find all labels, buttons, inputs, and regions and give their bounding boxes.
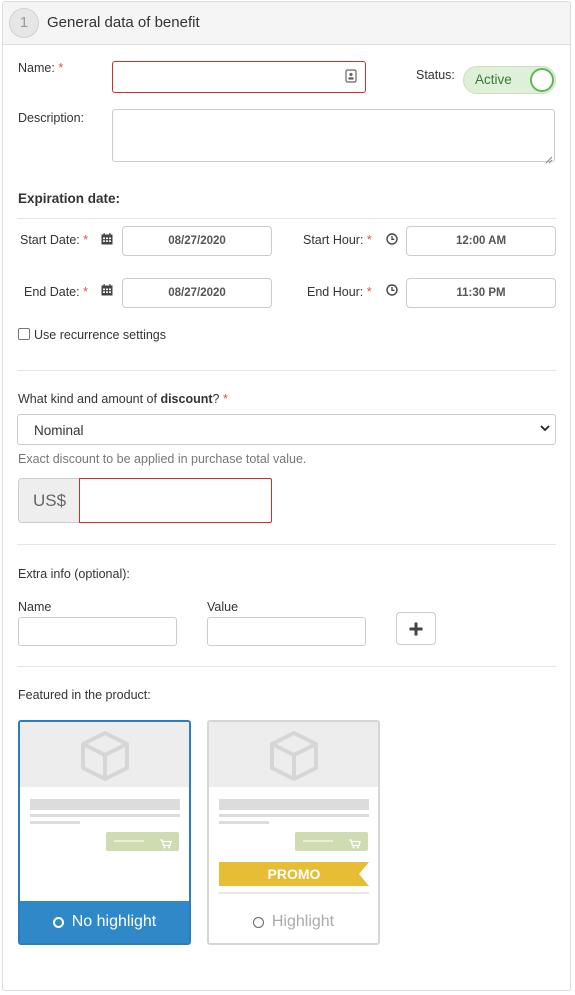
panel-header: 1 General data of benefit	[3, 2, 570, 45]
featured-heading: Featured in the product:	[18, 688, 151, 702]
discount-question-prefix: What kind and amount of	[18, 392, 161, 406]
status-toggle-text: Active	[475, 72, 512, 87]
recurrence-checkbox[interactable]	[18, 328, 30, 340]
placeholder-line	[219, 814, 369, 817]
clock-icon[interactable]	[386, 284, 398, 299]
start-hour-value: 12:00 AM	[455, 235, 507, 247]
product-image-placeholder	[20, 722, 189, 787]
cart-icon	[349, 837, 361, 852]
discount-type-select[interactable]: Nominal	[17, 414, 556, 445]
placeholder-line	[219, 821, 269, 824]
ribbon-notch-icon	[359, 862, 369, 886]
add-extra-info-button[interactable]	[396, 612, 436, 645]
divider	[17, 370, 556, 371]
panel-title: General data of benefit	[47, 14, 200, 31]
step-number: 1	[9, 8, 39, 38]
discount-question: What kind and amount of discount? *	[18, 392, 228, 406]
highlight-option-promo[interactable]: PROMO Highlight	[207, 720, 380, 945]
required-mark: *	[58, 61, 64, 75]
end-date-label: End Date: *	[24, 285, 88, 299]
cart-icon	[160, 837, 172, 852]
start-hour-input[interactable]: 12:00 AM	[406, 226, 556, 256]
chevron-down-icon	[539, 422, 551, 434]
cart-button-placeholder	[106, 832, 179, 851]
required-mark: *	[366, 233, 372, 247]
start-date-label: Start Date: *	[20, 233, 88, 247]
currency-addon: US$	[18, 478, 80, 523]
name-input[interactable]	[112, 61, 366, 93]
highlight-option-none[interactable]: No highlight	[18, 720, 191, 945]
divider	[17, 218, 556, 219]
recurrence-label: Use recurrence settings	[34, 328, 167, 342]
end-date-value: 08/27/2020	[168, 287, 226, 299]
resize-handle-icon[interactable]	[545, 152, 553, 167]
extra-info-heading: Extra info (optional):	[18, 567, 130, 581]
start-hour-label: Start Hour: *	[303, 233, 372, 247]
start-date-value: 08/27/2020	[168, 235, 226, 247]
discount-help: Exact discount to be applied in purchase…	[18, 452, 307, 466]
toggle-knob	[530, 68, 554, 92]
promo-label: PROMO	[267, 866, 321, 882]
highlight-label: Highlight	[271, 913, 335, 930]
divider	[17, 544, 556, 545]
expiration-heading: Expiration date:	[18, 191, 121, 206]
placeholder-line	[30, 821, 80, 824]
name-label-text: Name:	[18, 61, 55, 75]
product-image-placeholder	[209, 722, 378, 787]
start-date-label-text: Start Date:	[20, 233, 80, 247]
clock-icon[interactable]	[386, 233, 398, 248]
cube-icon	[267, 729, 321, 786]
divider	[17, 666, 556, 667]
highlight-option-footer: Highlight	[209, 901, 378, 943]
calendar-icon[interactable]	[101, 284, 113, 299]
placeholder-line	[219, 799, 369, 810]
highlight-option-footer: No highlight	[20, 901, 189, 943]
promo-ribbon: PROMO	[219, 862, 369, 886]
radio-unselected-icon	[252, 916, 264, 928]
required-mark: *	[83, 285, 88, 299]
cart-button-placeholder	[295, 832, 368, 851]
end-date-label-text: End Date:	[24, 285, 80, 299]
start-hour-label-text: Start Hour:	[303, 233, 364, 247]
required-mark: *	[222, 392, 228, 406]
cube-icon	[78, 729, 132, 786]
status-label: Status:	[416, 68, 455, 82]
end-hour-value: 11:30 PM	[456, 287, 506, 299]
discount-question-bold: discount	[160, 392, 213, 406]
no-highlight-label: No highlight	[71, 913, 157, 930]
discount-amount-input[interactable]	[79, 478, 272, 523]
discount-question-suffix: ?	[212, 392, 220, 406]
plus-icon	[409, 622, 423, 639]
contact-card-icon	[345, 69, 357, 86]
start-date-input[interactable]: 08/27/2020	[122, 226, 272, 256]
discount-type-value: Nominal	[34, 423, 84, 438]
description-label: Description:	[18, 111, 84, 125]
extra-name-label: Name	[18, 600, 52, 614]
extra-name-input[interactable]	[18, 617, 177, 646]
placeholder-line	[303, 840, 333, 842]
extra-value-input[interactable]	[207, 617, 366, 646]
placeholder-line	[30, 814, 180, 817]
placeholder-line	[114, 840, 144, 842]
description-textarea[interactable]	[112, 109, 555, 162]
end-hour-label-text: End Hour:	[307, 285, 364, 299]
end-date-input[interactable]: 08/27/2020	[122, 278, 272, 308]
calendar-icon[interactable]	[101, 233, 113, 248]
extra-value-label: Value	[207, 600, 239, 614]
end-hour-label: End Hour: *	[307, 285, 372, 299]
name-label: Name: *	[18, 61, 63, 75]
placeholder-line	[219, 892, 369, 894]
required-mark: *	[83, 233, 89, 247]
radio-selected-icon	[52, 916, 64, 928]
placeholder-line	[30, 799, 180, 810]
end-hour-input[interactable]: 11:30 PM	[406, 278, 556, 308]
status-toggle[interactable]: Active	[463, 66, 556, 94]
required-mark: *	[366, 285, 372, 299]
